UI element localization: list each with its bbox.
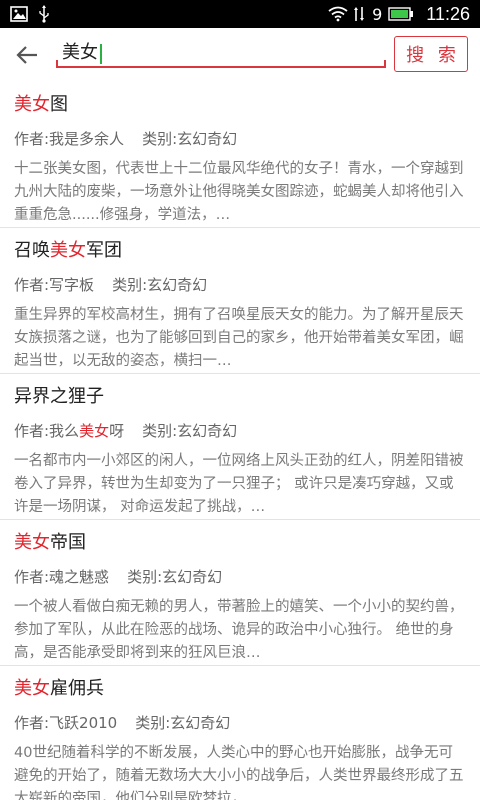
list-item[interactable]: 美女图 作者:我是多余人 类别:玄幻奇幻 十二张美女图，代表世上十二位最风华绝代的… bbox=[0, 82, 480, 228]
book-meta: 作者:魂之魅惑 类别:玄幻奇幻 bbox=[14, 566, 466, 588]
battery-icon bbox=[388, 7, 414, 21]
book-title: 异界之狸子 bbox=[14, 384, 466, 410]
signal-level: 9 bbox=[372, 4, 383, 24]
title-text: 异界之狸子 bbox=[14, 386, 104, 407]
title-highlight: 美女 bbox=[14, 94, 50, 115]
author-highlight: 美女 bbox=[79, 422, 110, 440]
book-description: 十二张美女图，代表世上十二位最风华绝代的女子！青水，一个穿越到九州大陆的废柴，一… bbox=[14, 161, 464, 223]
book-meta: 作者:写字板 类别:玄幻奇幻 bbox=[14, 274, 466, 296]
back-arrow-icon bbox=[16, 46, 37, 64]
author-label: 作者:飞跃2010 bbox=[14, 714, 118, 732]
search-underline-right bbox=[384, 60, 386, 68]
wifi-icon bbox=[328, 6, 348, 22]
status-bar: 9 11:26 bbox=[0, 0, 480, 28]
search-button[interactable]: 搜 索 bbox=[394, 36, 468, 72]
title-highlight: 美女 bbox=[14, 678, 50, 699]
search-input[interactable]: 美女 bbox=[56, 38, 386, 68]
book-description: 重生异界的军校高材生，拥有了召唤星辰天女的能力。为了解开星辰天女族损落之谜，也为… bbox=[14, 307, 464, 369]
search-bar: 美女 搜 索 bbox=[0, 28, 480, 82]
signal-icon bbox=[354, 6, 366, 22]
text-cursor bbox=[100, 44, 102, 64]
book-title: 美女雇佣兵 bbox=[14, 676, 466, 702]
book-title: 美女帝国 bbox=[14, 530, 466, 556]
search-underline-left bbox=[56, 60, 58, 68]
book-description: 一个被人看做白痴无赖的男人，带著脸上的嬉笑、一个小小的契约兽，参加了军队，从此在… bbox=[14, 599, 464, 661]
category-label: 类别:玄幻奇幻 bbox=[142, 130, 238, 148]
title-highlight: 美女 bbox=[50, 240, 86, 261]
list-item[interactable]: 美女帝国 作者:魂之魅惑 类别:玄幻奇幻 一个被人看做白痴无赖的男人，带著脸上的嬉… bbox=[0, 520, 480, 666]
search-query-text: 美女 bbox=[62, 42, 98, 63]
title-text: 图 bbox=[50, 94, 68, 115]
results-list: 美女图 作者:我是多余人 类别:玄幻奇幻 十二张美女图，代表世上十二位最风华绝代的… bbox=[0, 82, 480, 800]
book-description: 40世纪随着科学的不断发展，人类心中的野心也开始膨胀，战争无可避免的开始了，随着… bbox=[14, 745, 464, 800]
category-label: 类别:玄幻奇幻 bbox=[142, 422, 238, 440]
list-item[interactable]: 美女雇佣兵 作者:飞跃2010 类别:玄幻奇幻 40世纪随着科学的不断发展，人类心… bbox=[0, 666, 480, 800]
list-item[interactable]: 异界之狸子 作者:我么美女呀 类别:玄幻奇幻 一名都市内一小郊区的闲人，一位网络上… bbox=[0, 374, 480, 520]
author-label: 作者:写字板 bbox=[14, 276, 95, 294]
book-description: 一名都市内一小郊区的闲人，一位网络上风头正劲的红人，阴差阳错被卷入了异界，转世为… bbox=[14, 453, 464, 515]
image-icon bbox=[10, 6, 28, 22]
author-label: 作者:我么 bbox=[14, 422, 80, 440]
book-meta: 作者:飞跃2010 类别:玄幻奇幻 bbox=[14, 712, 466, 734]
title-highlight: 美女 bbox=[14, 532, 50, 553]
title-text: 雇佣兵 bbox=[50, 678, 104, 699]
category-label: 类别:玄幻奇幻 bbox=[127, 568, 223, 586]
book-title: 美女图 bbox=[14, 92, 466, 118]
status-time: 11:26 bbox=[426, 3, 470, 24]
author-label: 作者:我是多余人 bbox=[14, 130, 125, 148]
usb-icon bbox=[38, 5, 50, 23]
book-title: 召唤美女军团 bbox=[14, 238, 466, 264]
book-meta: 作者:我是多余人 类别:玄幻奇幻 bbox=[14, 128, 466, 150]
author-label: 作者:魂之魅惑 bbox=[14, 568, 110, 586]
title-text: 帝国 bbox=[50, 532, 86, 553]
search-underline bbox=[56, 66, 386, 68]
title-text: 军团 bbox=[86, 240, 122, 261]
category-label: 类别:玄幻奇幻 bbox=[112, 276, 208, 294]
author-label: 呀 bbox=[109, 422, 125, 440]
back-button[interactable] bbox=[12, 40, 42, 70]
book-meta: 作者:我么美女呀 类别:玄幻奇幻 bbox=[14, 420, 466, 442]
title-text: 召唤 bbox=[14, 240, 50, 261]
list-item[interactable]: 召唤美女军团 作者:写字板 类别:玄幻奇幻 重生异界的军校高材生，拥有了召唤星辰天… bbox=[0, 228, 480, 374]
category-label: 类别:玄幻奇幻 bbox=[135, 714, 231, 732]
